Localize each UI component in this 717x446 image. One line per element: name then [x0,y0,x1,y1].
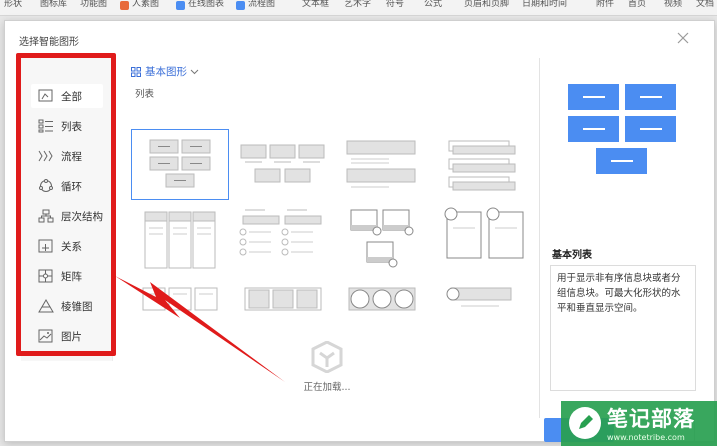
thumbnail-graphic [346,140,416,188]
template-thumbnail[interactable] [235,129,333,200]
category-label: 循环 [61,180,82,193]
thumbnail-graphic [244,287,322,311]
preview-block [568,84,619,110]
ribbon-item[interactable]: 图标库 [40,0,67,9]
dialog-title: 选择智能图形 [19,37,79,48]
ribbon-item[interactable]: 符号 [386,0,404,9]
category-item-matrix[interactable]: 矩阵 [31,264,103,288]
category-item-all[interactable]: 全部 [31,84,103,108]
category-label: 关系 [61,240,82,253]
thumbnail-graphic [149,139,211,188]
preview-block [596,148,647,174]
template-thumbnail[interactable] [235,204,333,275]
cycle-icon [37,178,55,194]
category-item-list[interactable]: 列表 [31,114,103,138]
filter-label: 基本图形 [145,66,187,78]
preview-block [625,116,676,142]
category-label: 列表 [61,120,82,133]
category-label: 图片 [61,330,82,343]
close-icon [677,32,689,44]
ribbon-item[interactable]: 人素图 [132,0,159,9]
ribbon-item[interactable]: 文档 [696,0,714,9]
ribbon-icon [176,1,185,10]
category-label: 流程 [61,150,82,163]
category-item-picture[interactable]: 图片 [31,324,103,348]
category-item-process[interactable]: 流程 [31,144,103,168]
template-gallery: 基本图形 列表 正在加载... [117,58,533,441]
loading-logo-icon [311,340,343,374]
preview-panel: 基本列表 用于显示非有序信息块或者分组信息块。可最大化形状的水平和垂直显示空间。 [539,58,710,418]
relationship-icon [37,238,55,254]
ribbon-item[interactable]: 形状 [4,0,22,9]
close-button[interactable] [673,28,693,48]
preview-block [568,116,619,142]
template-thumbnail[interactable] [439,204,533,275]
preview-description: 用于显示非有序信息块或者分组信息块。可最大化形状的水平和垂直显示空间。 [550,265,696,391]
template-thumbnail[interactable] [131,204,229,275]
loading-indicator: 正在加载... [277,340,377,393]
category-label: 棱锥图 [61,300,93,313]
template-thumbnail[interactable] [339,129,437,200]
ribbon-item[interactable]: 首页 [628,0,646,9]
category-item-hierarchy[interactable]: 层次结构 [31,204,103,228]
thumbnail-graphic [446,287,512,307]
template-thumbnail[interactable] [439,129,533,200]
section-label: 列表 [135,89,155,100]
ribbon-item[interactable]: 页眉和页脚 [464,0,509,9]
thumbnail-graphic [144,211,216,269]
thumbnail-graphic [240,144,325,183]
grid-icon [131,66,141,77]
thumbnail-graphic [448,140,516,191]
list-icon [37,118,55,134]
watermark-title: 笔记部落 [607,407,695,431]
preview-title: 基本列表 [552,250,592,261]
watermark-logo-icon [569,407,601,439]
process-icon [37,148,55,164]
watermark-url: www.notetribe.com [607,433,685,442]
template-thumbnail[interactable] [339,204,437,275]
category-label: 矩阵 [61,270,82,283]
category-label: 层次结构 [61,210,103,223]
ribbon-item[interactable]: 公式 [424,0,442,9]
category-panel: 全部 列表 流程 循环 层次结构 关系 矩阵 棱锥图 图片 [21,58,113,361]
category-item-pyramid[interactable]: 棱锥图 [31,294,103,318]
thumbnail-graphic [348,287,416,311]
picture-icon [37,328,55,344]
smart-graphic-dialog: 选择智能图形 全部 列表 流程 循环 层次结构 关系 矩阵 棱锥图 图片 基本图… [4,20,715,442]
pyramid-icon [37,298,55,314]
ribbon-item[interactable]: 附件 [596,0,614,9]
thumbnail-graphic [350,209,414,268]
ribbon-icon [120,1,129,10]
category-label: 全部 [61,90,82,103]
chevron-down-icon [190,69,199,74]
ribbon-item[interactable]: 在线图表 [188,0,224,9]
ribbon-strip: 形状 图标库 功能图 人素图 在线图表 流程图 文本框 艺术字 符号 公式 页眉… [0,0,717,16]
category-item-relationship[interactable]: 关系 [31,234,103,258]
thumbnail-graphic [444,207,524,259]
thumbnail-graphic [239,209,322,256]
ribbon-item[interactable]: 艺术字 [344,0,371,9]
ribbon-item[interactable]: 流程图 [248,0,275,9]
thumbnail-graphic [142,287,218,311]
template-thumbnail-basic-list[interactable] [131,129,229,200]
matrix-icon [37,268,55,284]
ribbon-item[interactable]: 功能图 [80,0,107,9]
ribbon-icon [236,1,245,10]
preview-graphic [568,84,683,194]
category-item-cycle[interactable]: 循环 [31,174,103,198]
ribbon-item[interactable]: 视频 [664,0,682,9]
template-thumbnail[interactable] [439,280,533,351]
hierarchy-icon [37,208,55,224]
filter-dropdown[interactable]: 基本图形 [131,64,199,79]
preview-block [625,84,676,110]
ribbon-item[interactable]: 日期和时间 [522,0,567,9]
watermark: 笔记部落 www.notetribe.com [561,401,717,446]
loading-text: 正在加载... [303,382,351,393]
all-icon [37,88,55,104]
ribbon-item[interactable]: 文本框 [302,0,329,9]
template-thumbnail[interactable] [131,280,229,351]
